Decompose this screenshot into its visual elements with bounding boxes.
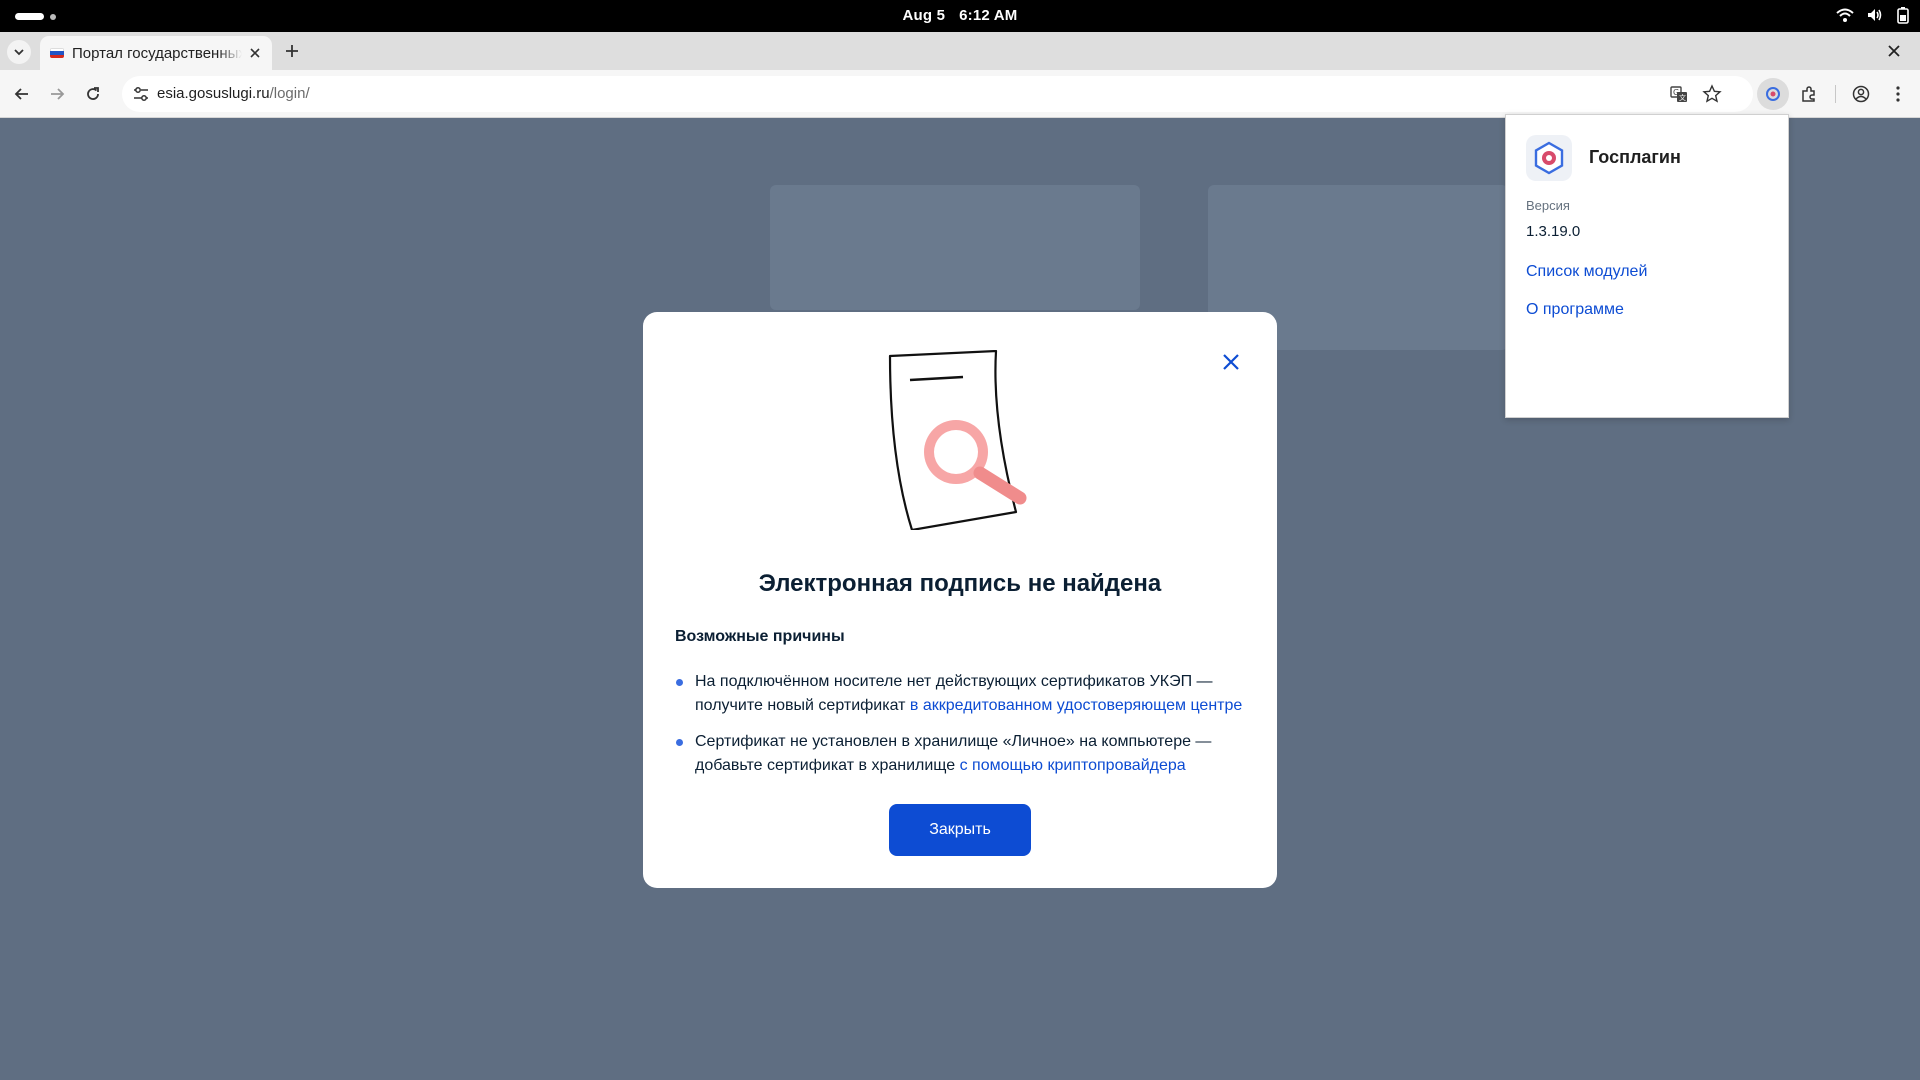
clock-time: 6:12 AM xyxy=(959,7,1018,24)
signature-not-found-dialog: Электронная подпись не найдена Возможные… xyxy=(643,312,1277,888)
site-settings-icon[interactable] xyxy=(132,85,150,103)
url-path: /login/ xyxy=(269,85,310,102)
volume-icon xyxy=(1868,9,1882,21)
battery-icon xyxy=(1897,7,1909,24)
browser-menu-button[interactable] xyxy=(1886,82,1910,106)
tab-close-button[interactable] xyxy=(246,44,264,62)
about-program-link[interactable]: О программе xyxy=(1526,301,1624,319)
gosplugin-extension-button[interactable] xyxy=(1757,78,1789,110)
close-icon xyxy=(1223,354,1239,370)
back-button[interactable] xyxy=(10,82,34,106)
gosplugin-icon xyxy=(1534,141,1564,175)
profile-icon xyxy=(1852,85,1870,103)
version-value: 1.3.19.0 xyxy=(1526,223,1581,240)
plus-icon xyxy=(286,45,298,57)
tab-search-button[interactable] xyxy=(7,40,31,64)
reasons-heading: Возможные причины xyxy=(675,628,845,645)
extension-name: Госплагин xyxy=(1589,147,1681,167)
gosplugin-popup: Госплагин Версия 1.3.19.0 Список модулей… xyxy=(1505,114,1789,418)
tab-gosuslugi[interactable]: Портал государственных услуг xyxy=(40,36,272,70)
close-dialog-button[interactable]: Закрыть xyxy=(889,804,1031,856)
dialog-title: Электронная подпись не найдена xyxy=(758,570,1162,597)
os-top-bar: Aug 5 6:12 AM xyxy=(0,0,1920,32)
browser-toolbar: esia.gosuslugi.ru/login/ G文 xyxy=(0,70,1920,118)
svg-text:文: 文 xyxy=(1679,93,1686,102)
window-close-button[interactable] xyxy=(1884,41,1904,61)
gosplugin-logo xyxy=(1526,135,1572,181)
clock[interactable]: Aug 5 6:12 AM xyxy=(0,7,1920,24)
reason-item: На подключённом носителе нет действующих… xyxy=(675,670,1255,718)
reload-button[interactable] xyxy=(81,82,105,106)
modules-list-link[interactable]: Список модулей xyxy=(1526,263,1647,281)
extensions-button[interactable] xyxy=(1797,82,1821,106)
russia-flag-icon xyxy=(50,48,64,58)
close-icon xyxy=(1888,45,1900,57)
system-tray[interactable] xyxy=(1836,6,1910,24)
url-text[interactable]: esia.gosuslugi.ru/login/ xyxy=(157,85,310,102)
gosplugin-icon xyxy=(1766,87,1780,101)
document-search-illustration xyxy=(888,350,1027,530)
star-icon[interactable] xyxy=(1702,84,1722,104)
address-bar[interactable]: esia.gosuslugi.ru/login/ G文 xyxy=(122,76,1753,112)
toolbar-separator xyxy=(1835,85,1836,103)
reason-item: Сертификат не установлен в хранилище «Ли… xyxy=(675,730,1255,778)
url-host: esia.gosuslugi.ru xyxy=(157,85,270,102)
wifi-icon xyxy=(1836,8,1854,22)
bullet-dot xyxy=(676,679,683,686)
reload-icon xyxy=(87,87,99,100)
tab-title: Портал государственных услуг xyxy=(72,45,242,62)
version-label: Версия xyxy=(1526,198,1570,213)
extensions-icon xyxy=(1802,86,1815,102)
accredited-ca-link[interactable]: в аккредитованном удостоверяющем центре xyxy=(910,697,1242,714)
back-icon xyxy=(14,88,28,100)
menu-icon xyxy=(1896,86,1900,102)
close-icon xyxy=(250,48,260,58)
clock-date: Aug 5 xyxy=(902,7,946,24)
new-tab-button[interactable] xyxy=(282,41,302,61)
forward-icon xyxy=(51,88,65,100)
tab-strip: Портал государственных услуг xyxy=(0,32,1920,70)
dialog-close-button[interactable] xyxy=(1218,349,1244,375)
chevron-down-icon xyxy=(14,49,24,56)
profile-button[interactable] xyxy=(1849,82,1873,106)
forward-button[interactable] xyxy=(45,82,69,106)
translate-icon[interactable]: G文 xyxy=(1669,84,1689,104)
background-login-card xyxy=(770,185,1140,310)
bullet-dot xyxy=(676,739,683,746)
crypto-provider-link[interactable]: с помощью криптопровайдера xyxy=(960,757,1186,774)
